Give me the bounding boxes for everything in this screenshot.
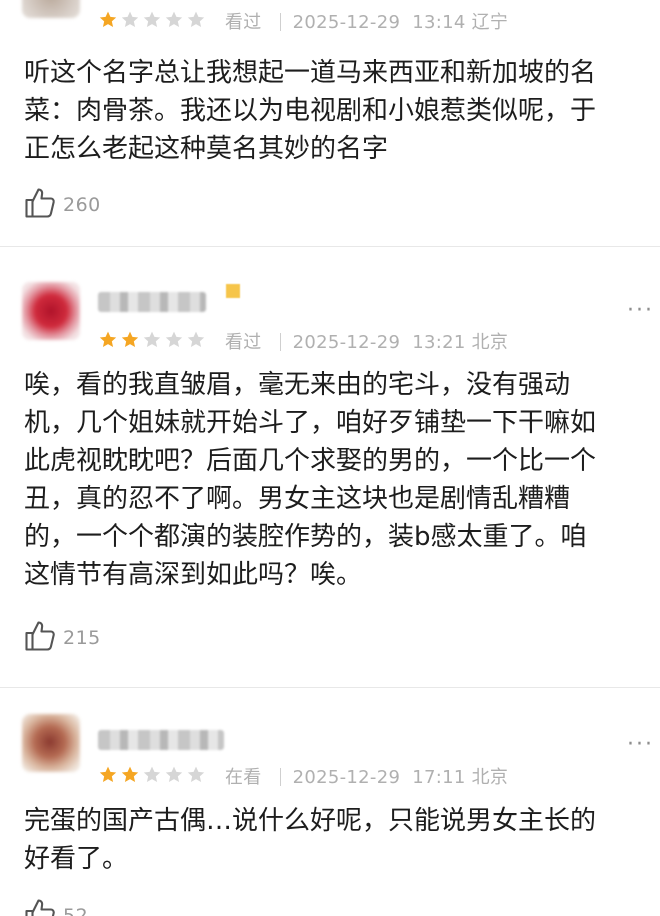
star-filled-icon <box>99 331 117 347</box>
meta-divider <box>279 768 281 786</box>
comment-region: 北京 <box>471 767 509 788</box>
comment-card: 看过 2025-12-29 13:14 辽宁 听这个名字总让我想起一道马来西亚和新加坡… <box>0 0 660 240</box>
comment-line: 菜：肉骨茶。我还以为电视剧和小娘惹类似呢，于 <box>24 96 597 126</box>
watch-status: 看过 <box>225 12 262 33</box>
comment-text: 唉，看的我直皱眉，毫无来由的宅斗，没有强动 机，几个姐妹就开始斗了，咱好歹铺垫一… <box>24 366 660 594</box>
more-options-icon[interactable]: ··· <box>627 298 654 323</box>
comment-region: 辽宁 <box>471 12 509 33</box>
star-empty-icon <box>187 331 205 347</box>
avatar[interactable] <box>22 0 80 18</box>
star-empty-icon <box>121 11 139 28</box>
comment-line: 机，几个姐妹就开始斗了，咱好歹铺垫一下干嘛如 <box>24 408 597 438</box>
star-filled-icon <box>99 11 117 28</box>
star-rating <box>98 330 206 350</box>
avatar[interactable] <box>22 282 80 340</box>
comment-line: 完蛋的国产古偶…说什么好呢，只能说男女主长的 <box>24 806 597 836</box>
comment-feed: 看过 2025-12-29 13:14 辽宁 听这个名字总让我想起一道马来西亚和新加坡… <box>0 0 660 916</box>
comment-line: 唉，看的我直皱眉，毫无来由的宅斗，没有强动 <box>24 370 571 400</box>
like-button[interactable]: 215 <box>22 618 101 658</box>
comment-line: 的，一个个都演的装腔作势的，装b感太重了。咱 <box>24 522 587 552</box>
thumbs-up-icon <box>22 618 58 658</box>
username[interactable] <box>98 730 224 750</box>
star-empty-icon <box>165 331 183 347</box>
star-empty-icon <box>187 766 205 782</box>
divider <box>0 687 660 688</box>
comment-line: 丑，真的忍不了啊。男女主这块也是剧情乱糟糟 <box>24 484 571 514</box>
star-empty-icon <box>143 331 161 347</box>
star-rating <box>98 765 206 785</box>
comment-line: 这情节有高深到如此吗？唉。 <box>24 560 363 590</box>
star-filled-icon <box>99 766 117 782</box>
meta-divider <box>279 13 281 31</box>
star-rating <box>98 10 206 30</box>
star-empty-icon <box>165 766 183 782</box>
comment-line: 正怎么老起这种莫名其妙的名字 <box>24 134 389 164</box>
like-button[interactable]: 260 <box>22 185 101 225</box>
comment-date: 2025-12-29 <box>292 332 401 353</box>
star-filled-icon <box>121 766 139 782</box>
like-count: 52 <box>63 905 89 916</box>
comment-meta: 看过 2025-12-29 13:14 辽宁 <box>225 8 508 34</box>
username[interactable] <box>98 292 206 312</box>
comment-text: 听这个名字总让我想起一道马来西亚和新加坡的名 菜：肉骨茶。我还以为电视剧和小娘惹… <box>24 54 660 168</box>
star-empty-icon <box>165 11 183 28</box>
star-empty-icon <box>187 11 205 28</box>
comment-time: 13:14 <box>412 12 466 33</box>
divider <box>0 246 660 247</box>
comment-date: 2025-12-29 <box>292 767 401 788</box>
star-empty-icon <box>143 766 161 782</box>
comment-line: 好看了。 <box>24 844 129 874</box>
thumbs-up-icon <box>22 185 58 225</box>
comment-date: 2025-12-29 <box>292 12 401 33</box>
comment-card: 看过 2025-12-29 13:21 北京 ··· 唉，看的我直皱眉，毫无来由的宅斗… <box>0 256 660 676</box>
watch-status: 在看 <box>225 767 262 788</box>
like-count: 215 <box>63 627 101 649</box>
thumbs-up-icon <box>22 896 58 916</box>
more-options-icon[interactable]: ··· <box>627 732 654 757</box>
comment-region: 北京 <box>471 332 509 353</box>
comment-meta: 看过 2025-12-29 13:21 北京 <box>225 328 508 354</box>
star-filled-icon <box>121 331 139 347</box>
like-count: 260 <box>63 194 101 216</box>
vip-badge <box>226 284 240 298</box>
comment-time: 13:21 <box>412 332 466 353</box>
comment-line: 此虎视眈眈吧？后面几个求娶的男的，一个比一个 <box>24 446 597 476</box>
meta-divider <box>279 333 281 351</box>
comment-text: 完蛋的国产古偶…说什么好呢，只能说男女主长的 好看了。 <box>24 802 660 878</box>
comment-line: 听这个名字总让我想起一道马来西亚和新加坡的名 <box>24 58 597 88</box>
watch-status: 看过 <box>225 332 262 353</box>
avatar[interactable] <box>22 714 80 772</box>
like-button[interactable]: 52 <box>22 896 88 916</box>
star-empty-icon <box>143 11 161 28</box>
comment-time: 17:11 <box>412 767 466 788</box>
comment-card: 在看 2025-12-29 17:11 北京 ··· 完蛋的国产古偶…说什么好呢，只能… <box>0 696 660 916</box>
comment-meta: 在看 2025-12-29 17:11 北京 <box>225 763 508 789</box>
